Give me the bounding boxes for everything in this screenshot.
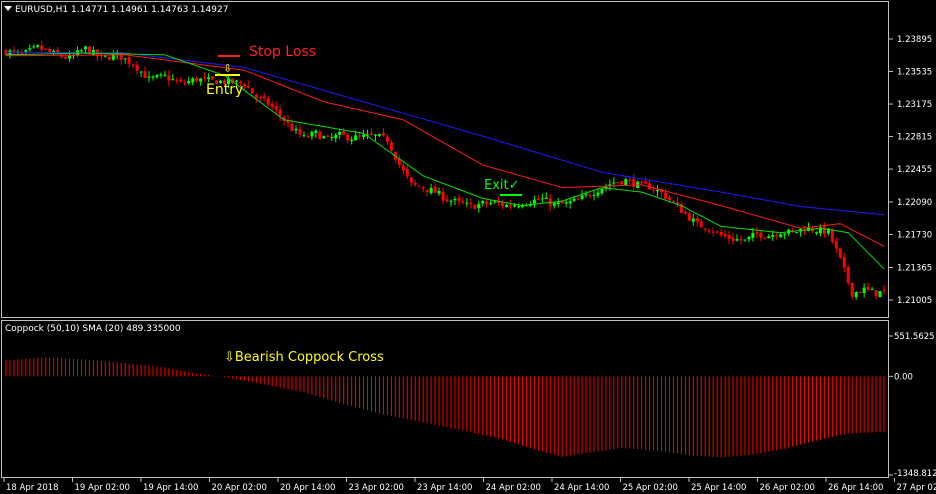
entry-label: Entry — [206, 82, 243, 98]
price-tick-label: 1.21005 — [897, 296, 932, 306]
time-tick-label: 26 Apr 02:00 — [760, 483, 815, 493]
indicator-tick-label: -1348.8125 — [894, 469, 936, 479]
candle — [878, 291, 882, 298]
price-tick-label: 1.23535 — [897, 68, 932, 78]
time-tick-label: 24 Apr 02:00 — [486, 483, 541, 493]
indicator-header: Coppock (50,10) SMA (20) 489.335000 — [5, 324, 181, 334]
stop-loss-label: Stop Loss — [249, 44, 316, 60]
time-tick-label: 25 Apr 14:00 — [691, 483, 746, 493]
exit-marker: Exit✓ — [484, 178, 522, 196]
exit-label: Exit✓ — [484, 178, 520, 193]
indicator-tick-label: 0.00 — [894, 372, 913, 382]
candle — [636, 180, 640, 189]
time-tick-label: 23 Apr 02:00 — [349, 483, 404, 493]
time-tick-label: 27 Apr 02:00 — [897, 483, 936, 493]
price-tick-label: 1.22815 — [897, 133, 932, 143]
time-tick-label: 20 Apr 02:00 — [212, 483, 267, 493]
bearish-cross-label: ⇩Bearish Coppock Cross — [224, 350, 384, 365]
time-tick-label: 19 Apr 02:00 — [75, 483, 130, 493]
chart-canvas[interactable]: 1.23895 1.23535 1.23175 1.22815 1.22455 1.220… — [0, 0, 936, 494]
price-tick-label: 1.22090 — [897, 198, 932, 208]
indicator-tick-label: 551.5625 — [894, 332, 935, 342]
price-tick-label: 1.23175 — [897, 100, 932, 110]
time-tick-label: 20 Apr 14:00 — [280, 483, 335, 493]
time-tick-label: 19 Apr 14:00 — [143, 483, 198, 493]
price-tick-label: 1.21365 — [897, 263, 932, 273]
price-tick-label: 1.21730 — [897, 231, 932, 241]
candle — [250, 88, 254, 94]
time-tick-label: 23 Apr 14:00 — [417, 483, 472, 493]
time-tick-label: 18 Apr 2018 — [6, 483, 59, 493]
price-tick-label: 1.22455 — [897, 165, 932, 175]
price-tick-label: 1.23895 — [897, 35, 932, 45]
symbol-header: EURUSD,H1 1.14771 1.14961 1.14763 1.1492… — [15, 5, 228, 15]
time-tick-label: 26 Apr 14:00 — [828, 483, 883, 493]
time-tick-label: 25 Apr 02:00 — [623, 483, 678, 493]
candle — [846, 264, 850, 286]
entry-arrow-icon: ⇩ — [223, 62, 232, 75]
time-tick-label: 24 Apr 14:00 — [554, 483, 609, 493]
